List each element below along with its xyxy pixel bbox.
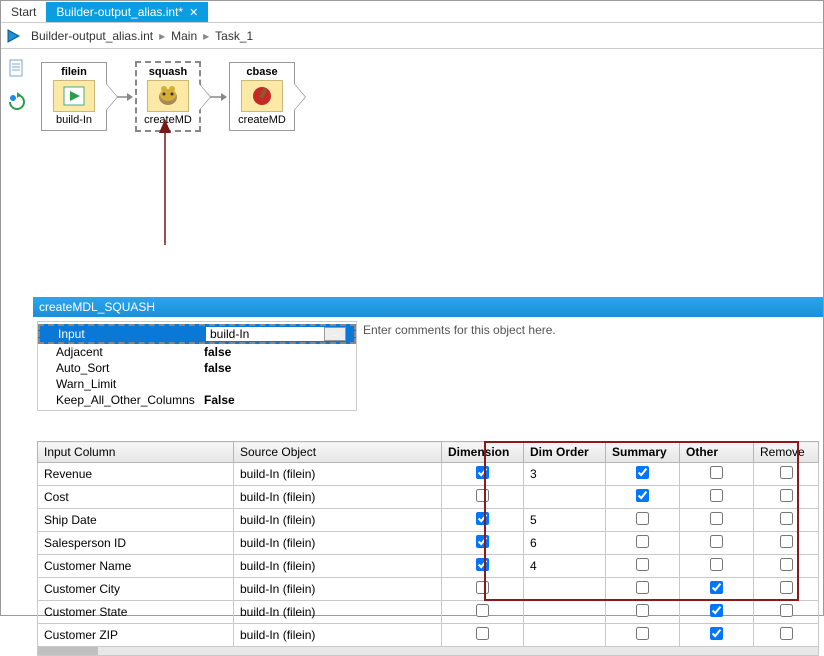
- refresh-icon[interactable]: [7, 92, 27, 115]
- close-icon[interactable]: ✕: [189, 6, 198, 19]
- property-row[interactable]: Keep_All_Other_Columns False: [38, 392, 356, 408]
- remove-checkbox[interactable]: [780, 489, 793, 502]
- squash-icon: [147, 80, 189, 112]
- table-row[interactable]: Ship Datebuild-In (filein)5: [38, 509, 819, 532]
- node-sub: createMD: [230, 113, 294, 127]
- node-title: cbase: [230, 65, 294, 79]
- summary-checkbox[interactable]: [636, 512, 649, 525]
- table-row[interactable]: Salesperson IDbuild-In (filein)6: [38, 532, 819, 555]
- dimension-checkbox[interactable]: [476, 627, 489, 640]
- browse-button[interactable]: ...: [324, 327, 346, 341]
- property-row[interactable]: Adjacent false: [38, 344, 356, 360]
- grid-header[interactable]: Remove: [754, 442, 819, 463]
- chevron-right-icon: ▸: [203, 29, 209, 43]
- summary-checkbox[interactable]: [636, 627, 649, 640]
- property-row[interactable]: Warn_Limit: [38, 376, 356, 392]
- remove-checkbox[interactable]: [780, 604, 793, 617]
- table-row[interactable]: Customer Citybuild-In (filein): [38, 578, 819, 601]
- dimension-checkbox[interactable]: [476, 604, 489, 617]
- node-filein[interactable]: filein build-In: [41, 62, 107, 131]
- tab-start[interactable]: Start: [1, 2, 46, 22]
- run-icon[interactable]: [1, 29, 25, 43]
- remove-checkbox[interactable]: [780, 535, 793, 548]
- other-checkbox[interactable]: [710, 558, 723, 571]
- dimension-checkbox[interactable]: [476, 489, 489, 502]
- tab-active-file[interactable]: Builder-output_alias.int* ✕: [46, 2, 208, 22]
- node-title: filein: [42, 65, 106, 79]
- cbase-icon: [241, 80, 283, 112]
- remove-checkbox[interactable]: [780, 512, 793, 525]
- breadcrumb-item[interactable]: Main: [171, 29, 197, 43]
- other-checkbox[interactable]: [710, 466, 723, 479]
- left-toolbar: [1, 49, 33, 615]
- other-checkbox[interactable]: [710, 581, 723, 594]
- properties-panel: createMDL_SQUASH Input build-In ... Adja…: [33, 297, 823, 415]
- property-row[interactable]: Input build-In ...: [38, 324, 356, 344]
- grid-header[interactable]: Summary: [606, 442, 680, 463]
- dimension-checkbox[interactable]: [476, 512, 489, 525]
- breadcrumb-item[interactable]: Builder-output_alias.int: [31, 29, 153, 43]
- panel-title: createMDL_SQUASH: [33, 297, 823, 317]
- node-cbase[interactable]: cbase createMD: [229, 62, 295, 131]
- chevron-right-icon: ▸: [159, 29, 165, 43]
- comment-box[interactable]: Enter comments for this object here.: [357, 317, 823, 415]
- dimension-checkbox[interactable]: [476, 581, 489, 594]
- table-row[interactable]: Customer Statebuild-In (filein): [38, 601, 819, 624]
- breadcrumb-item[interactable]: Task_1: [215, 29, 253, 43]
- node-title: squash: [137, 65, 199, 79]
- grid-header[interactable]: Dim Order: [524, 442, 606, 463]
- tab-label: Builder-output_alias.int*: [56, 5, 183, 19]
- grid-header[interactable]: Dimension: [442, 442, 524, 463]
- other-checkbox[interactable]: [710, 535, 723, 548]
- horizontal-scrollbar[interactable]: [37, 646, 819, 656]
- remove-checkbox[interactable]: [780, 627, 793, 640]
- remove-checkbox[interactable]: [780, 466, 793, 479]
- property-row[interactable]: Auto_Sort false: [38, 360, 356, 376]
- grid-header[interactable]: Source Object: [234, 442, 442, 463]
- summary-checkbox[interactable]: [636, 466, 649, 479]
- grid-header[interactable]: Other: [680, 442, 754, 463]
- flow-canvas[interactable]: filein build-In squash: [33, 49, 823, 615]
- breadcrumb: Builder-output_alias.int ▸ Main ▸ Task_1: [25, 29, 253, 43]
- summary-checkbox[interactable]: [636, 581, 649, 594]
- remove-checkbox[interactable]: [780, 558, 793, 571]
- tab-strip: Start Builder-output_alias.int* ✕: [1, 1, 823, 23]
- dimension-checkbox[interactable]: [476, 466, 489, 479]
- filein-icon: [53, 80, 95, 112]
- summary-checkbox[interactable]: [636, 535, 649, 548]
- summary-checkbox[interactable]: [636, 489, 649, 502]
- other-checkbox[interactable]: [710, 489, 723, 502]
- summary-checkbox[interactable]: [636, 558, 649, 571]
- other-checkbox[interactable]: [710, 627, 723, 640]
- document-icon[interactable]: [8, 59, 26, 82]
- table-row[interactable]: Customer ZIPbuild-In (filein): [38, 624, 819, 647]
- dimension-checkbox[interactable]: [476, 535, 489, 548]
- summary-checkbox[interactable]: [636, 604, 649, 617]
- table-row[interactable]: Customer Namebuild-In (filein)4: [38, 555, 819, 578]
- pointer-arrow-icon: [145, 119, 185, 248]
- node-sub: build-In: [42, 113, 106, 127]
- dimension-checkbox[interactable]: [476, 558, 489, 571]
- table-row[interactable]: Revenuebuild-In (filein)3: [38, 463, 819, 486]
- property-list: Input build-In ... Adjacent false Auto_S…: [37, 321, 357, 411]
- column-grid: Input Column Source Object Dimension Dim…: [37, 441, 819, 611]
- grid-header[interactable]: Input Column: [38, 442, 234, 463]
- other-checkbox[interactable]: [710, 604, 723, 617]
- other-checkbox[interactable]: [710, 512, 723, 525]
- table-row[interactable]: Costbuild-In (filein): [38, 486, 819, 509]
- remove-checkbox[interactable]: [780, 581, 793, 594]
